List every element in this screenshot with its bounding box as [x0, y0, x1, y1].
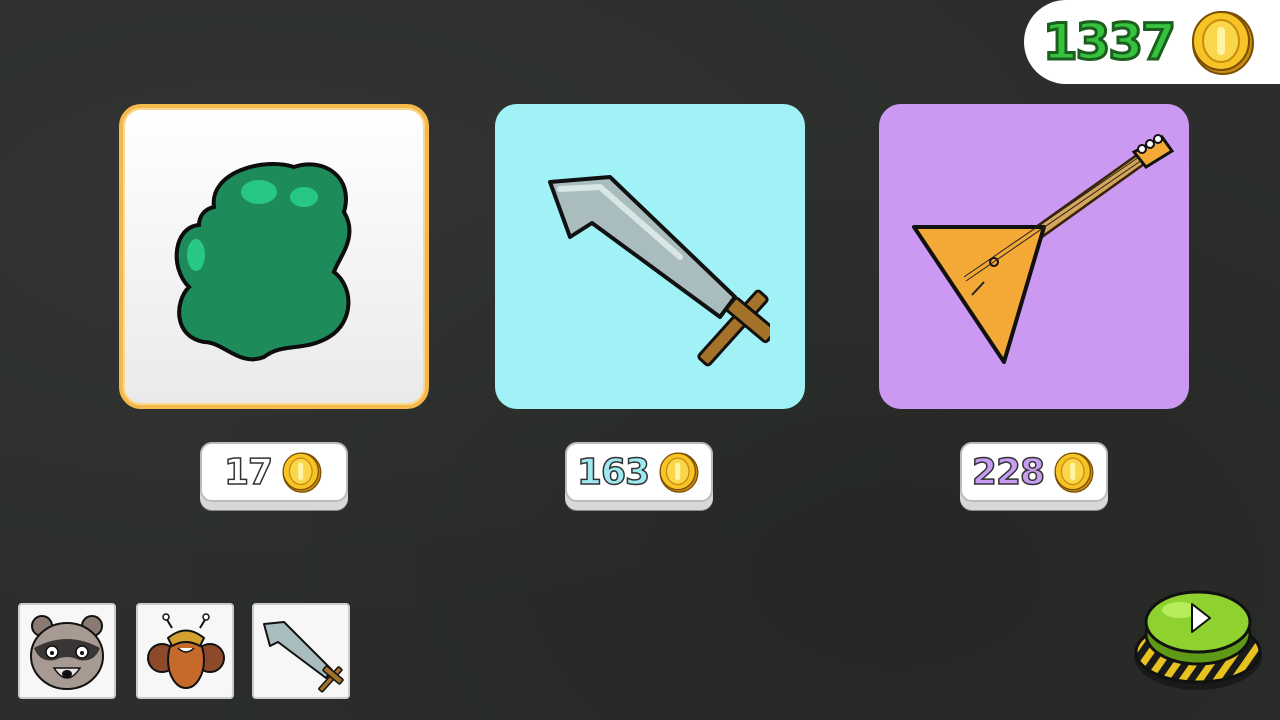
sword-icon — [263, 621, 344, 693]
shop-item-slime[interactable] — [119, 104, 429, 409]
slime-blob-icon — [174, 161, 352, 361]
shop-item-balalaika[interactable] — [879, 104, 1189, 409]
price-tag-slime: 17 — [200, 442, 348, 502]
gold-coin-icon — [659, 452, 699, 493]
raccoon-face-icon — [30, 615, 104, 690]
gold-coin-icon — [1054, 452, 1094, 493]
gold-coin-icon — [1192, 11, 1254, 75]
coin-counter: 1337 — [1024, 0, 1280, 84]
play-button-graphic — [1134, 590, 1262, 690]
inventory-slot-raccoon[interactable] — [18, 603, 116, 699]
price-tag-sword: 163 — [565, 442, 713, 502]
balalaika-icon — [912, 133, 1174, 364]
price-value: 228 — [971, 451, 1046, 494]
shop-item-sword[interactable] — [495, 104, 805, 409]
shop-screen: 1337 17 163 228 — [0, 0, 1280, 720]
bee-character-icon — [147, 613, 225, 689]
play-button[interactable] — [1130, 578, 1266, 698]
gold-coin-icon — [282, 452, 322, 493]
sword-icon — [548, 174, 770, 366]
price-value: 17 — [223, 451, 274, 494]
price-value: 163 — [576, 451, 651, 494]
price-tag-balalaika: 228 — [960, 442, 1108, 502]
coin-amount: 1337 — [1041, 12, 1177, 73]
inventory-slot-sword[interactable] — [252, 603, 350, 699]
inventory-slot-bee[interactable] — [136, 603, 234, 699]
